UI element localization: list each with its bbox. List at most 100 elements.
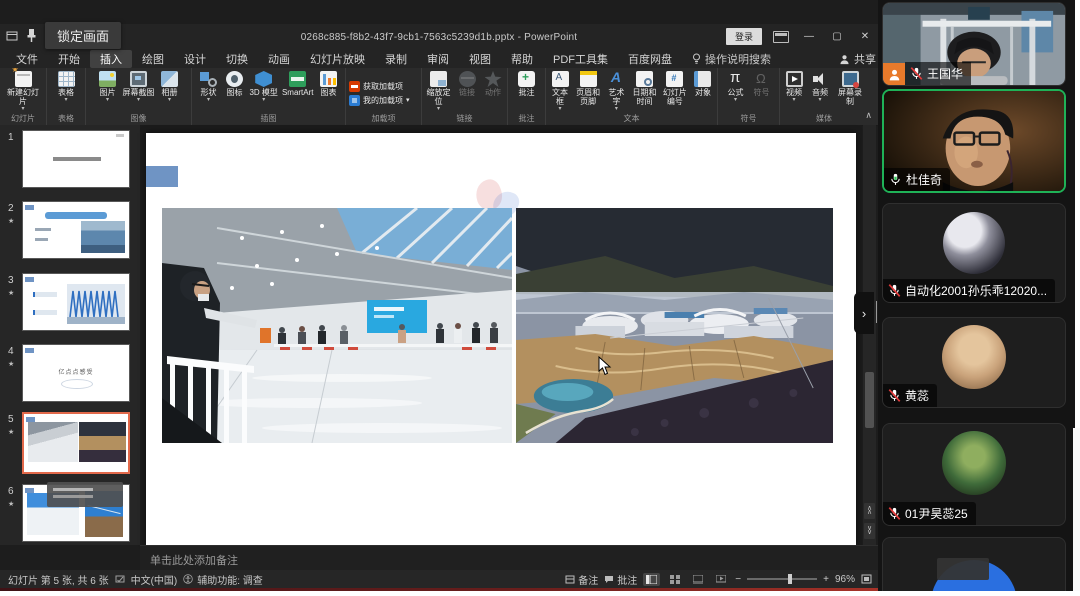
ribbon-display-options-button[interactable] (772, 30, 790, 44)
person-icon (839, 54, 850, 65)
text-box-button[interactable]: 文本框▾ (547, 70, 573, 113)
share-button[interactable]: 共享 (839, 51, 876, 67)
window-icon[interactable] (6, 30, 18, 42)
language-indicator[interactable]: 中文(中国) (131, 572, 178, 587)
header-footer-button[interactable]: 页眉和页脚 (573, 70, 603, 108)
slide-number-label: 2★ (8, 203, 22, 225)
fit-slide-to-window-icon[interactable] (861, 574, 872, 584)
reading-view-button[interactable] (689, 573, 706, 586)
date-time-button[interactable]: 日期和时间 (629, 70, 659, 108)
participant-tile[interactable]: 自动化2001孙乐乖12020... (882, 203, 1066, 303)
slide-number-button[interactable]: 幻灯片编号 (660, 70, 690, 108)
action-button[interactable]: 动作 (480, 70, 506, 99)
zoom-in-button[interactable]: + (823, 574, 829, 585)
tab-help[interactable]: 帮助 (501, 50, 543, 68)
slide-thumbnail-2[interactable] (22, 201, 130, 259)
tab-view[interactable]: 视图 (459, 50, 501, 68)
previous-slide-button[interactable]: ∧∧ (864, 503, 875, 519)
shapes-button[interactable]: 形状▾ (195, 70, 221, 104)
tab-slideshow[interactable]: 幻灯片放映 (300, 50, 375, 68)
collapse-panel-button[interactable]: › (854, 292, 874, 334)
photo-album-button[interactable]: 相册▾ (157, 70, 183, 104)
slide-thumbnail-4[interactable]: 亿点点感受 (22, 344, 130, 402)
my-addins-button[interactable]: 我的加载项 ▾ (349, 95, 410, 106)
tab-pdf-tools[interactable]: PDF工具集 (543, 50, 618, 68)
tab-file[interactable]: 文件 (6, 50, 48, 68)
equation-button[interactable]: 公式▾ (723, 70, 749, 104)
tab-transitions[interactable]: 切换 (216, 50, 258, 68)
mountain-venue-photo[interactable] (516, 208, 833, 443)
accessibility-status[interactable]: 辅助功能: 调查 (183, 572, 263, 587)
wordart-button[interactable]: 艺术字▾ (603, 70, 629, 113)
close-button[interactable]: ✕ (856, 30, 874, 44)
normal-view-button[interactable] (643, 573, 660, 586)
tab-design[interactable]: 设计 (174, 50, 216, 68)
desktop-background (0, 591, 1080, 596)
canvas-scrollbar[interactable]: ∧∧ ∨∨ (863, 125, 876, 545)
slide-blue-shape[interactable] (146, 166, 178, 187)
pin-icon[interactable] (25, 28, 38, 43)
scrollbar-thumb[interactable] (865, 372, 874, 428)
screenshot-button[interactable]: 屏幕截图▾ (121, 70, 157, 104)
icons-button[interactable]: 图标 (221, 70, 247, 99)
ice-rink-photo[interactable] (162, 208, 512, 443)
participant-name-label: 01尹昊蕊25 (883, 502, 976, 525)
table-button[interactable]: 表格▾ (53, 70, 79, 104)
notes-pane[interactable]: 单击此处添加备注 (140, 545, 878, 571)
slide-thumbnail-5-selected[interactable] (22, 412, 130, 474)
slide-number-label: 3★ (8, 275, 22, 297)
slide-thumbnail-1[interactable] (22, 130, 130, 188)
active-speaker-video-tile[interactable]: 杜佳奇 (882, 89, 1066, 193)
3d-models-button[interactable]: 3D 模型▾ (247, 70, 279, 104)
collapse-ribbon-button[interactable]: ∧ (865, 110, 872, 121)
slide-thumbnail-3[interactable] (22, 273, 130, 331)
tooltip-box (937, 558, 989, 580)
object-button[interactable]: 对象 (690, 70, 716, 99)
restore-button[interactable]: ▢ (828, 30, 846, 44)
mouse-cursor (598, 356, 612, 381)
slide-editing-canvas[interactable] (140, 125, 862, 545)
zoom-slider-thumb[interactable] (788, 574, 792, 584)
notes-toggle-button[interactable]: 备注 (565, 572, 598, 587)
participant-tile[interactable]: 黄蕊 (882, 317, 1066, 408)
smartart-button[interactable]: SmartArt (280, 70, 316, 99)
tell-me-search[interactable]: 操作说明搜索 (692, 51, 771, 67)
login-button[interactable]: 登录 (726, 28, 762, 45)
muted-mic-icon (888, 389, 901, 402)
tab-review[interactable]: 审阅 (417, 50, 459, 68)
current-slide[interactable] (146, 133, 856, 545)
get-addins-button[interactable]: 获取加载项 (349, 81, 403, 92)
muted-mic-icon (910, 67, 923, 80)
comment-icon (518, 71, 535, 87)
lock-screen-button[interactable]: 锁定画面 (45, 22, 121, 49)
pictures-button[interactable]: 图片▾ (95, 70, 121, 104)
symbol-button[interactable]: 符号 (749, 70, 775, 99)
audio-button[interactable]: 音频▾ (807, 70, 833, 104)
slide-sorter-view-button[interactable] (666, 573, 683, 586)
screen-record-button[interactable]: 屏幕录制 (833, 70, 867, 108)
tab-insert[interactable]: 插入 (90, 50, 132, 68)
tab-baidu-netdisk[interactable]: 百度网盘 (618, 50, 682, 68)
slideshow-view-button[interactable] (712, 573, 729, 586)
zoom-link-button[interactable]: 缩放定位▾ (423, 70, 454, 113)
next-slide-button[interactable]: ∨∨ (864, 523, 875, 539)
zoom-slider[interactable] (747, 578, 817, 580)
tab-home[interactable]: 开始 (48, 50, 90, 68)
participant-tile[interactable]: 01尹昊蕊25 (882, 423, 1066, 526)
tab-draw[interactable]: 绘图 (132, 50, 174, 68)
participant-video-tile[interactable]: 王国华 (882, 2, 1066, 86)
zoom-out-button[interactable]: − (735, 574, 741, 585)
new-slide-button[interactable]: 新建幻灯片▾ (4, 70, 42, 113)
comment-button[interactable]: 批注 (514, 70, 540, 99)
panel-resize-handle[interactable] (876, 301, 878, 323)
minimize-button[interactable]: — (800, 30, 818, 44)
chart-button[interactable]: 图表 (316, 70, 342, 99)
status-bar: 幻灯片 第 5 张, 共 6 张 中文(中国) 辅助功能: 调查 备注 批注 (0, 570, 878, 588)
video-button[interactable]: 视频▾ (781, 70, 807, 104)
link-button[interactable]: 链接 (454, 70, 480, 99)
participant-tile[interactable]: 芯怡 (882, 537, 1066, 591)
comments-toggle-button[interactable]: 批注 (604, 572, 637, 587)
zoom-level[interactable]: 96% (835, 574, 855, 585)
tab-animations[interactable]: 动画 (258, 50, 300, 68)
tab-record[interactable]: 录制 (375, 50, 417, 68)
